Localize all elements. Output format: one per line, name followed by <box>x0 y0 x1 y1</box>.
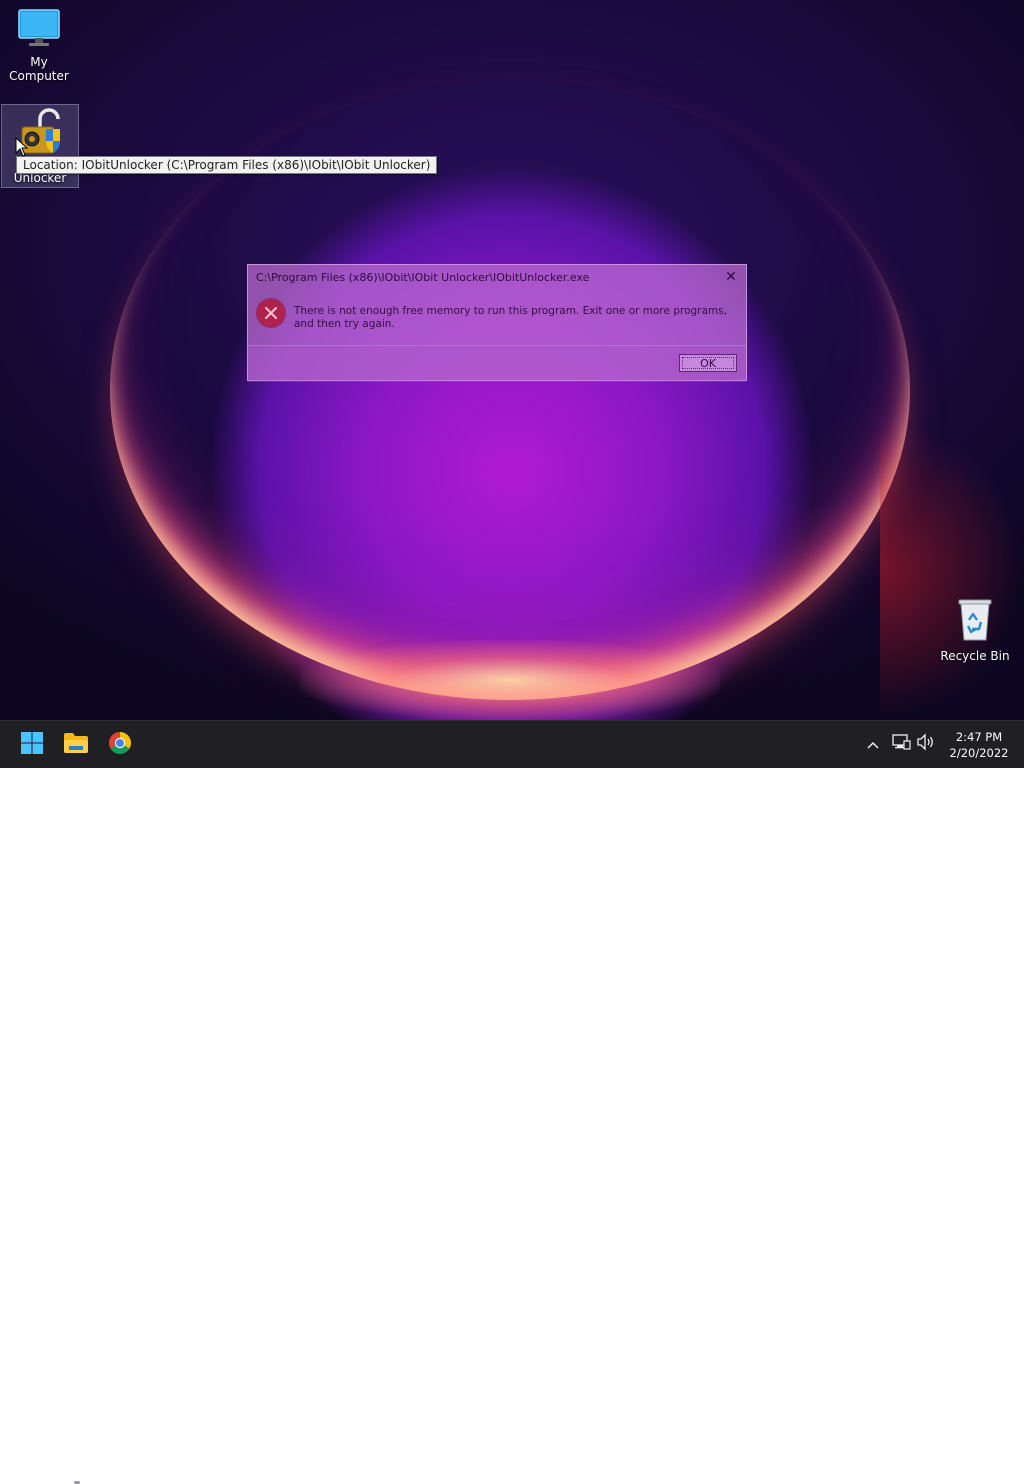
taskbar-chrome-button[interactable] <box>102 727 138 763</box>
taskbar: 2:47 PM 2/20/2022 <box>0 720 1024 1484</box>
close-icon: ✕ <box>725 269 737 285</box>
folder-icon <box>63 732 89 758</box>
show-hidden-icons-button[interactable] <box>862 733 884 755</box>
network-button[interactable] <box>890 733 912 755</box>
taskbar-file-explorer-button[interactable] <box>58 727 94 763</box>
volume-icon <box>916 733 936 755</box>
desktop: My Computer Unlocker Location: IObitUnlo… <box>0 0 1024 720</box>
chevron-up-icon <box>866 735 880 754</box>
error-icon <box>257 299 285 327</box>
network-icon <box>891 733 911 755</box>
chrome-icon <box>108 731 132 759</box>
volume-button[interactable] <box>915 733 937 755</box>
dialog-body: There is not enough free memory to run t… <box>248 291 746 345</box>
dialog-message: There is not enough free memory to run t… <box>294 305 727 330</box>
system-clock[interactable]: 2:47 PM 2/20/2022 <box>944 729 1014 761</box>
recycle-bin-icon <box>955 599 995 645</box>
dialog-close-button[interactable]: ✕ <box>722 268 740 286</box>
error-dialog[interactable]: C:\Program Files (x86)\IObit\IObit Unloc… <box>247 264 747 382</box>
desktop-icon-my-computer[interactable]: My Computer <box>0 8 78 83</box>
dialog-title: C:\Program Files (x86)\IObit\IObit Unloc… <box>256 271 590 284</box>
clock-time: 2:47 PM <box>955 730 1003 744</box>
windows-start-icon <box>20 731 44 759</box>
desktop-icon-unlocker[interactable]: Unlocker <box>1 104 79 188</box>
start-button[interactable] <box>14 727 50 763</box>
desktop-icon-recycle-bin[interactable]: Recycle Bin <box>936 596 1014 663</box>
icon-location-tooltip: Location: IObitUnlocker (C:\Program File… <box>16 156 438 174</box>
mouse-cursor-icon <box>15 136 29 161</box>
wallpaper-right-glow <box>880 420 1024 720</box>
wallpaper-bottom-glow <box>300 640 720 720</box>
ok-button[interactable]: OK <box>679 354 737 372</box>
clock-date: 2/20/2022 <box>949 746 1009 760</box>
dialog-footer: OK <box>248 345 746 382</box>
monitor-icon <box>17 9 61 51</box>
desktop-icon-label: Recycle Bin <box>940 649 1010 663</box>
desktop-icon-label: My Computer <box>9 55 69 83</box>
